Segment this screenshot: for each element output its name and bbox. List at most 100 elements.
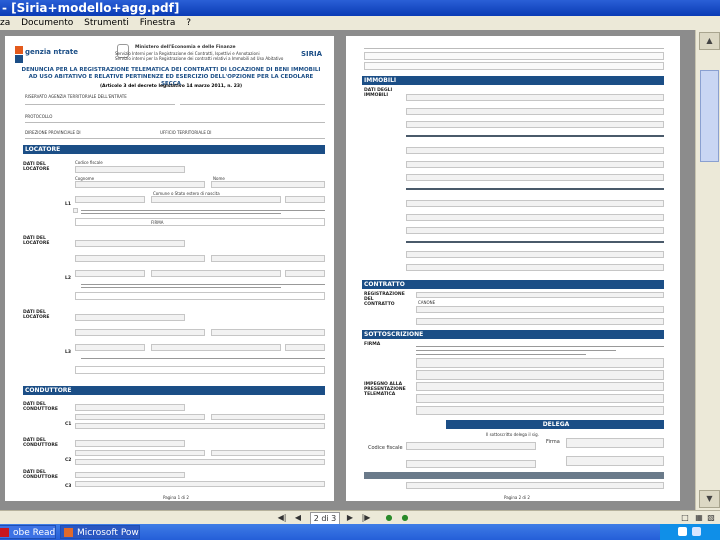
navigation-toolbar: ◀| ◀ 2 di 3 ▶ |▶ ● ● □ ▦ ▧ [0,510,720,525]
back-icon[interactable]: ● [384,512,394,523]
cognome-field[interactable] [75,450,205,456]
immobile-field[interactable] [406,200,664,207]
last-page-icon[interactable]: |▶ [360,512,372,523]
province-field[interactable] [285,344,325,351]
cognome-field[interactable] [75,255,205,262]
cognome-field[interactable] [75,181,205,188]
codice-fiscale-field[interactable] [75,440,185,447]
scroll-up-icon[interactable]: ▲ [699,32,720,50]
registration-field[interactable] [364,62,664,70]
nome-field[interactable] [211,255,325,262]
taskbar-item-label: Microsoft Pow... [77,528,140,538]
taskbar-item-adobe-reader[interactable]: obe Reade... [0,525,56,539]
forward-icon[interactable]: ● [400,512,410,523]
province-field[interactable] [285,196,325,203]
vertical-scrollbar[interactable]: ▲ ▼ [695,30,720,510]
province-field[interactable] [285,270,325,277]
tray-icon[interactable] [678,527,687,536]
registrazione-contratto-label: REGISTRAZIONE DEL CONTRATTO [364,292,405,307]
two-page-view-icon[interactable]: ▦ [694,512,704,523]
birth-place-field[interactable] [151,196,281,203]
birth-date-field[interactable] [75,344,145,351]
birth-place-field[interactable] [151,344,281,351]
contratto-field[interactable] [416,318,664,325]
codice-fiscale-field[interactable] [75,472,185,478]
subject-label: DATI DEL CONDUTTORE [23,438,58,448]
codice-fiscale-field[interactable] [75,314,185,321]
immobile-field[interactable] [406,174,664,181]
nome-field[interactable] [211,329,325,336]
previous-page-icon[interactable]: ◀ [292,512,304,523]
immobile-field[interactable] [406,108,664,115]
menu-item-help[interactable]: ? [186,18,191,28]
nome-field[interactable] [211,181,325,188]
immobile-field[interactable] [406,214,664,221]
form-subheading: (Articolo 3 del decreto legislativo 14 m… [99,84,243,89]
impegno-field[interactable] [416,406,664,415]
contratto-field[interactable] [416,306,664,313]
next-page-icon[interactable]: ▶ [344,512,356,523]
subject-number: C3 [65,484,72,489]
menu-item-strumenti[interactable]: Strumenti [84,18,129,28]
immobile-block-4 [406,247,664,277]
birth-date-field[interactable] [75,196,145,203]
immobile-block-3 [406,194,664,236]
nome-field[interactable] [211,414,325,420]
registration-field[interactable] [364,52,664,60]
first-page-icon[interactable]: ◀| [276,512,288,523]
subject-label: DATI DEL CONDUTTORE [23,402,58,412]
field-label: Codice fiscale [75,160,103,165]
tray-icon[interactable] [692,527,701,536]
single-page-view-icon[interactable]: □ [680,512,690,523]
delega-firma-field[interactable] [566,438,664,448]
codice-fiscale-field[interactable] [75,240,185,247]
continuous-view-icon[interactable]: ▧ [706,512,716,523]
contratto-field[interactable] [416,292,664,298]
immobile-block-1 [406,88,664,130]
scroll-down-icon[interactable]: ▼ [699,490,720,508]
immobile-field[interactable] [406,161,664,168]
menu-item-documento[interactable]: Documento [21,18,73,28]
firma-sottoscrizione-field[interactable] [416,358,664,368]
delega-codice-fiscale-field[interactable] [406,460,536,468]
birth-place-field[interactable] [75,459,325,465]
section-delega: DELEGA [446,420,664,429]
birth-place-field[interactable] [75,423,325,429]
firma-field[interactable] [75,366,325,374]
powerpoint-icon [64,528,73,537]
taskbar-item-powerpoint[interactable]: Microsoft Pow... [60,525,140,539]
scroll-thumb[interactable] [700,70,719,162]
firma-field[interactable] [75,218,325,226]
codice-fiscale-field[interactable] [75,404,185,411]
menu-item-view[interactable]: za [0,18,10,28]
impegno-field[interactable] [416,382,664,391]
delega-codice-fiscale-field[interactable] [406,442,536,450]
immobile-field[interactable] [406,121,664,128]
birth-place-field[interactable] [151,270,281,277]
nome-field[interactable] [211,450,325,456]
immobile-field[interactable] [406,264,664,271]
codice-fiscale-field[interactable] [75,166,185,173]
immobile-field[interactable] [406,227,664,234]
checkbox[interactable] [73,208,78,213]
ufficio-label: UFFICIO TERRITORIALE DI [160,130,212,135]
immobile-field[interactable] [406,147,664,154]
reserved-label: RISERVATO AGENZIA TERRITORIALE DELL'ENTR… [25,94,127,99]
firma-field[interactable] [75,292,325,300]
system-tray [660,524,720,540]
impegno-label: IMPEGNO ALLA PRESENTAZIONE TELEMATICA [364,382,406,397]
firma-sottoscrizione-field[interactable] [416,370,664,380]
subject-number: L2 [65,276,71,281]
delega-codice-fiscale-field[interactable] [406,482,664,489]
document-workspace[interactable]: genzia ntrate Ministero dell'Economia e … [0,30,720,510]
section-immobili: IMMOBILI [362,76,664,85]
immobile-field[interactable] [406,94,664,101]
cognome-field[interactable] [75,481,325,487]
impegno-field[interactable] [416,394,664,403]
cognome-field[interactable] [75,414,205,420]
delega-firma-field[interactable] [566,456,664,466]
menu-item-finestra[interactable]: Finestra [140,18,176,28]
immobile-field[interactable] [406,251,664,258]
cognome-field[interactable] [75,329,205,336]
birth-date-field[interactable] [75,270,145,277]
